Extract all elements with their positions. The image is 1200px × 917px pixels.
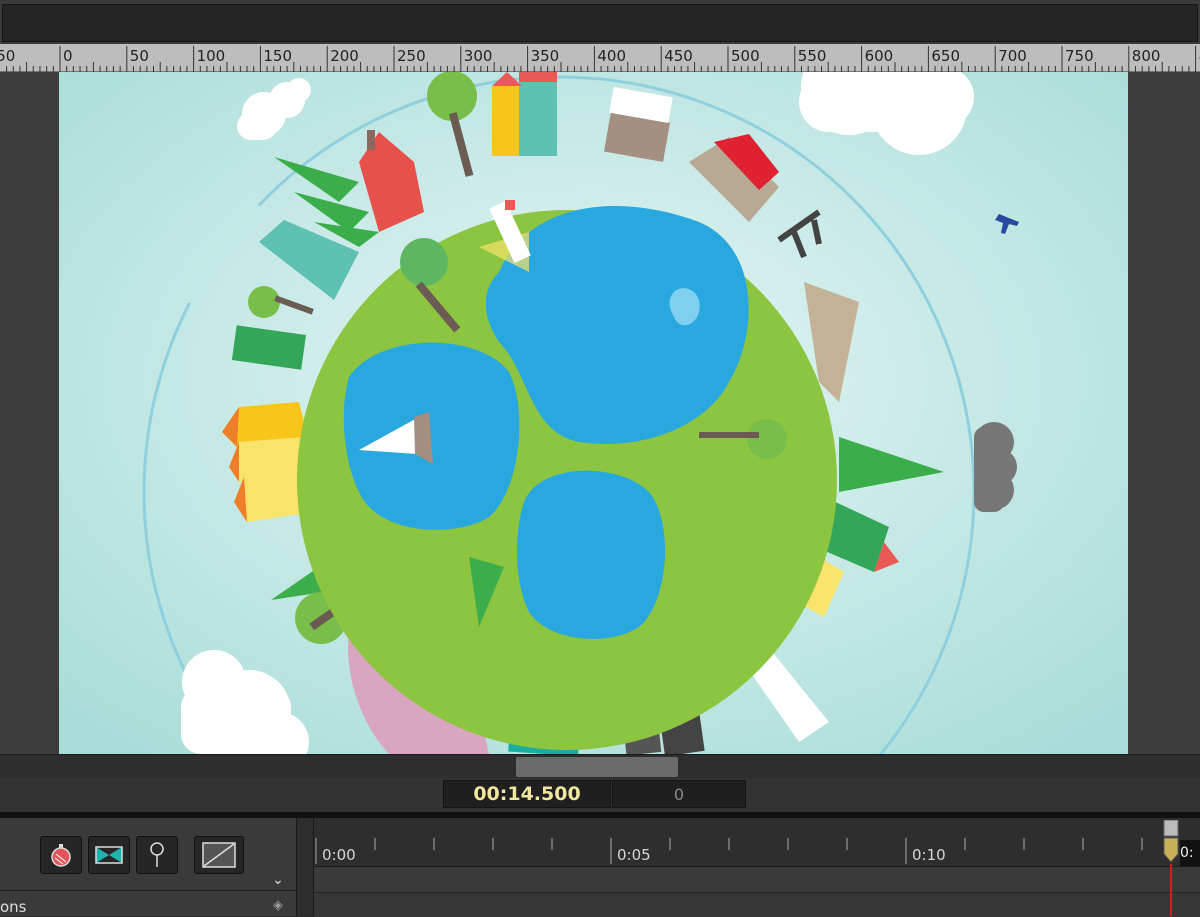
ruler-label: 600 xyxy=(865,47,894,65)
pin-icon xyxy=(150,842,164,867)
frame-display[interactable]: 0 xyxy=(612,780,746,808)
ruler-label: 200 xyxy=(330,47,359,65)
keyframe-icon[interactable]: ◈ xyxy=(268,898,288,916)
ruler-label: 300 xyxy=(464,47,493,65)
motion-path-icon xyxy=(202,842,236,868)
motion-path-button[interactable] xyxy=(194,836,244,874)
record-button[interactable] xyxy=(40,836,82,874)
ruler-label: 0 xyxy=(63,47,73,65)
ruler-label: 550 xyxy=(798,47,827,65)
bowtie-icon xyxy=(95,846,123,864)
playhead-line xyxy=(1170,864,1172,916)
tick-label-0: 0:00 xyxy=(322,846,356,864)
ruler-label: 150 xyxy=(263,47,292,65)
tick-label-5: 0:05 xyxy=(617,846,651,864)
easing-button[interactable] xyxy=(88,836,130,874)
top-toolbar-field xyxy=(2,4,1198,42)
rain-cloud xyxy=(974,422,1017,512)
ruler-label: 250 xyxy=(397,47,426,65)
stopwatch-record-icon xyxy=(51,844,71,867)
timeline-row[interactable] xyxy=(314,892,1200,917)
ruler-label: 700 xyxy=(998,47,1027,65)
timeline-row-label: ons xyxy=(0,898,27,916)
timeline-ticks xyxy=(315,838,1143,864)
playhead-time-label: 0: xyxy=(1180,840,1200,866)
playhead-handle[interactable] xyxy=(1162,820,1180,864)
timeline-controls: ⌄ ons ◈ xyxy=(0,818,296,916)
timeline-track[interactable]: 0:00 0:05 0:10 xyxy=(314,818,1200,917)
ruler-label: 100 xyxy=(197,47,226,65)
ruler-label: 650 xyxy=(931,47,960,65)
time-bar: 00:14.500 0 xyxy=(0,778,1200,812)
pin-button[interactable] xyxy=(136,836,178,874)
ruler-ticks: 50 0 50 100 150 200 250 300 350 400 450 500 550 600 65… xyxy=(0,46,1200,72)
current-time-display[interactable]: 00:14.500 xyxy=(443,780,611,808)
top-bar xyxy=(0,0,1200,44)
stage-canvas[interactable] xyxy=(59,72,1128,754)
stage-area[interactable] xyxy=(0,72,1200,754)
ruler-label: 400 xyxy=(597,47,626,65)
horizontal-ruler: 50 0 50 100 150 200 250 300 350 400 450 500 550 600 65… xyxy=(0,44,1200,72)
ruler-label: 450 xyxy=(664,47,693,65)
timeline-splitter[interactable] xyxy=(296,818,314,916)
tick-label-10: 0:10 xyxy=(912,846,946,864)
scene-illustration xyxy=(59,72,1128,754)
lake-bottom xyxy=(517,470,666,639)
ruler-label: 750 xyxy=(1065,47,1094,65)
ruler-label: 350 xyxy=(531,47,560,65)
chevron-down-icon[interactable]: ⌄ xyxy=(270,872,286,888)
stage-scrollbar[interactable] xyxy=(0,754,1200,779)
ruler-label: 50 xyxy=(130,47,149,65)
ruler-label: 50 xyxy=(0,47,15,65)
scrollbar-thumb[interactable] xyxy=(516,757,678,777)
timeline-ruler[interactable]: 0:00 0:05 0:10 xyxy=(314,818,1200,867)
lake-left xyxy=(343,342,520,530)
controls-separator xyxy=(0,890,296,891)
ruler-label: 500 xyxy=(731,47,760,65)
ruler-label: 800 xyxy=(1132,47,1161,65)
